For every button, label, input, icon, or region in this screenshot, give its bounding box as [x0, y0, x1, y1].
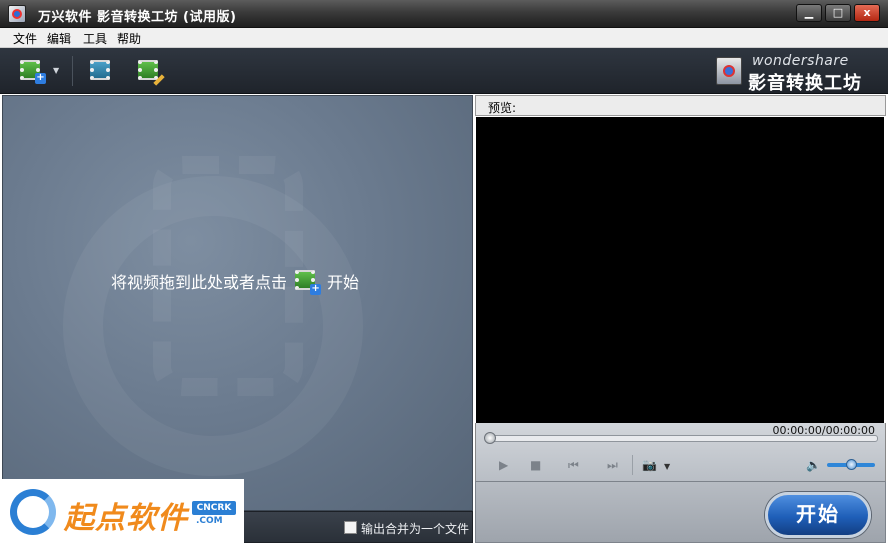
menu-file[interactable]: 文件	[13, 30, 37, 47]
merge-output-label[interactable]: 输出合并为一个文件	[361, 520, 469, 537]
toolbar-divider	[72, 56, 73, 86]
wondershare-logo-icon	[716, 57, 742, 85]
toolbar: + ▼ wondershare 影音转换工坊	[0, 48, 888, 94]
brand-chinese-name: 影音转换工坊	[748, 73, 862, 94]
add-video-icon[interactable]: +	[295, 269, 322, 295]
app-icon	[8, 5, 26, 23]
previous-icon[interactable]: ⏮	[568, 458, 579, 472]
watermark-site-name: 起点软件	[64, 501, 188, 536]
merge-output-checkbox[interactable]	[344, 521, 357, 534]
title-bar: 万兴软件 影音转换工坊 (试用版) ▁ □ x	[0, 0, 888, 28]
brand-english-name: wondershare	[752, 53, 849, 69]
player-controls: 00:00:00/00:00:00 ▶ ■ ⏮ ⏭ 📷 ▼ 🔈	[475, 423, 886, 481]
watermark-badge: CNCRK	[192, 501, 236, 515]
maximize-button[interactable]: □	[825, 4, 851, 22]
preview-label: 预览:	[488, 101, 517, 115]
menu-tools[interactable]: 工具	[83, 30, 107, 47]
merge-video-icon[interactable]	[90, 58, 114, 82]
menu-bar: 文件 编辑 工具 帮助	[0, 28, 888, 48]
brand-logo: wondershare 影音转换工坊	[714, 53, 882, 94]
start-button[interactable]: 开始	[765, 492, 871, 538]
add-dropdown-arrow-icon[interactable]: ▼	[53, 66, 59, 75]
minimize-button[interactable]: ▁	[796, 4, 822, 22]
window-title: 万兴软件 影音转换工坊 (试用版)	[38, 10, 237, 25]
seek-thumb[interactable]	[484, 432, 496, 444]
preview-header: 预览:	[475, 95, 886, 116]
drop-hint: 将视频拖到此处或者点击 + 开始	[111, 269, 360, 295]
stop-icon[interactable]: ■	[530, 458, 541, 472]
camera-icon[interactable]: 📷	[642, 458, 657, 472]
speaker-icon[interactable]: 🔈	[806, 458, 821, 472]
next-icon[interactable]: ⏭	[607, 458, 618, 472]
controls-divider	[632, 455, 633, 475]
watermark-domain: .COM	[196, 516, 223, 526]
watermark-logo-icon	[10, 489, 56, 535]
menu-help[interactable]: 帮助	[117, 30, 141, 47]
drop-hint-text: 将视频拖到此处或者点击	[111, 273, 288, 292]
preview-screen	[476, 117, 884, 423]
menu-edit[interactable]: 编辑	[47, 30, 71, 47]
start-area: 开始	[475, 481, 886, 543]
snapshot-dropdown-arrow-icon[interactable]: ▼	[664, 460, 670, 474]
seek-bar[interactable]	[486, 435, 878, 442]
close-button[interactable]: x	[854, 4, 880, 22]
add-video-icon[interactable]: +	[20, 58, 46, 84]
play-icon[interactable]: ▶	[499, 458, 508, 472]
edit-video-icon[interactable]	[138, 58, 165, 86]
drop-hint-suffix: 开始	[327, 273, 360, 292]
video-drop-zone[interactable]: 将视频拖到此处或者点击 + 开始	[2, 95, 473, 511]
site-watermark: 起点软件 CNCRK .COM	[0, 479, 244, 545]
volume-thumb[interactable]	[846, 459, 857, 470]
